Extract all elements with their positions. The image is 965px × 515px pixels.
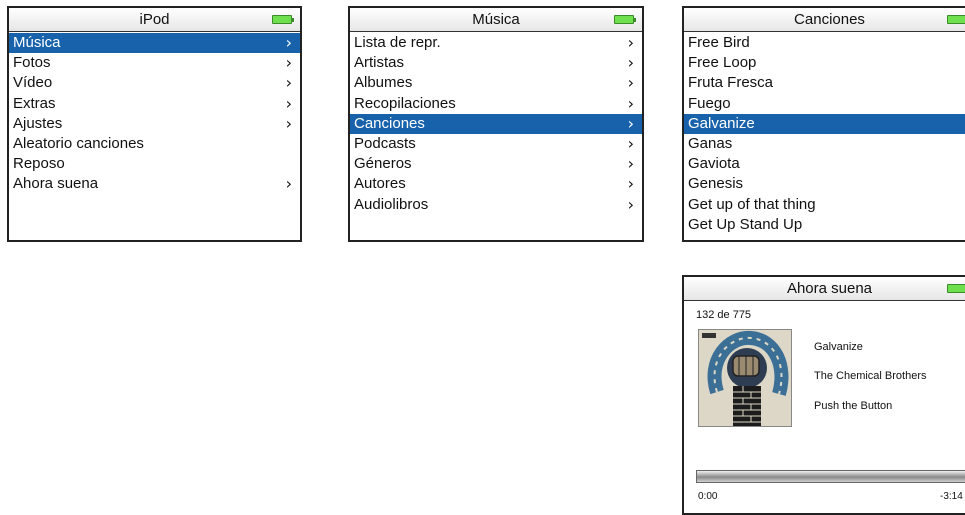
menu-item-label: Free Loop	[688, 54, 757, 72]
title-bar: Música	[350, 8, 642, 32]
chevron-right-icon: ›	[627, 154, 634, 174]
menu-item[interactable]: Get Up Stand Up	[684, 215, 965, 235]
menu-list: Música › Fotos › Vídeo › Extras › Ajustes › Aleato…	[9, 32, 300, 195]
menu-item-label: Get up of that thing	[688, 195, 816, 213]
menu-item[interactable]: Recopilaciones ›	[350, 94, 642, 114]
menu-item-label: Fuego	[688, 94, 731, 112]
remaining-time: -3:14	[940, 491, 963, 502]
chevron-right-icon: ›	[627, 73, 634, 93]
menu-item[interactable]: Genesis	[684, 174, 965, 194]
menu-item-label: Albumes	[354, 74, 413, 92]
chevron-right-icon: ›	[627, 133, 634, 153]
screen-canciones-list: Canciones Free Bird Free Loop Fruta Fresca…	[682, 6, 965, 242]
chevron-right-icon: ›	[627, 113, 634, 133]
menu-item[interactable]: Get up of that thing	[684, 195, 965, 215]
screen-ipod-menu: iPod Música › Fotos › Vídeo › Extras › Ajustes › A…	[7, 6, 302, 242]
album-art	[698, 329, 792, 427]
screen-title: Ahora suena	[786, 280, 873, 297]
menu-item[interactable]: Albumes ›	[350, 73, 642, 93]
chevron-right-icon: ›	[627, 174, 634, 194]
menu-item-label: Ahora suena	[13, 175, 99, 193]
chevron-right-icon: ›	[627, 93, 634, 113]
menu-item[interactable]: Ahora suena ›	[9, 174, 300, 194]
title-bar: Ahora suena	[684, 277, 965, 301]
menu-item-label: Podcasts	[354, 134, 416, 152]
menu-item-label: Canciones	[354, 114, 425, 132]
menu-item[interactable]: Podcasts ›	[350, 134, 642, 154]
chevron-right-icon: ›	[285, 93, 292, 113]
menu-item[interactable]: Ganas	[684, 134, 965, 154]
menu-item-label: Free Bird	[688, 34, 750, 51]
screen-title: iPod	[139, 11, 170, 28]
menu-item[interactable]: Free Loop	[684, 53, 965, 73]
progress-bar[interactable]	[696, 470, 965, 483]
chevron-right-icon: ›	[285, 53, 292, 73]
battery-icon	[947, 284, 965, 293]
battery-icon	[272, 15, 294, 24]
menu-item[interactable]: Autores ›	[350, 174, 642, 194]
chevron-right-icon: ›	[627, 33, 634, 52]
menu-item[interactable]: Free Bird	[684, 33, 965, 53]
chevron-right-icon: ›	[285, 174, 292, 194]
elapsed-time: 0:00	[698, 491, 718, 502]
menu-item[interactable]: Fotos ›	[9, 53, 300, 73]
chevron-right-icon: ›	[285, 113, 292, 133]
menu-item-label: Genesis	[688, 175, 744, 193]
menu-list: Free Bird Free Loop Fruta Fresca Fuego Galva…	[684, 32, 965, 235]
artist-name: The Chemical Brothers	[814, 370, 927, 382]
battery-icon	[614, 15, 636, 24]
menu-item[interactable]: Galvanize	[684, 113, 965, 134]
menu-item-label: Géneros	[354, 155, 412, 173]
track-count: 132 de 775	[696, 309, 752, 321]
menu-item-label: Extras	[13, 94, 56, 112]
screen-title: Canciones	[794, 11, 865, 28]
menu-item[interactable]: Canciones ›	[350, 113, 642, 134]
menu-item-label: Lista de repr.	[354, 34, 441, 51]
menu-item[interactable]: Aleatorio canciones	[9, 134, 300, 154]
menu-item[interactable]: Ajustes ›	[9, 114, 300, 134]
menu-list: Lista de repr. › Artistas › Albumes › Recopila…	[350, 32, 642, 215]
menu-item[interactable]: Fruta Fresca	[684, 73, 965, 93]
title-bar: Canciones	[684, 8, 965, 32]
menu-item[interactable]: Lista de repr. ›	[350, 33, 642, 53]
menu-item[interactable]: Fuego	[684, 94, 965, 114]
song-title: Galvanize	[814, 341, 863, 353]
menu-item-label: Galvanize	[688, 114, 755, 132]
title-bar: iPod	[9, 8, 300, 32]
menu-item[interactable]: Música ›	[9, 33, 300, 54]
menu-item-label: Recopilaciones	[354, 94, 456, 112]
menu-item[interactable]: Géneros ›	[350, 154, 642, 174]
menu-item-label: Get Up Stand Up	[688, 215, 803, 233]
menu-item-label: Aleatorio canciones	[13, 134, 144, 152]
battery-icon	[947, 15, 965, 24]
menu-item-label: Reposo	[13, 155, 65, 173]
menu-item-label: Vídeo	[13, 74, 53, 92]
menu-item[interactable]: Audiolibros ›	[350, 195, 642, 215]
menu-item-label: Fotos	[13, 54, 51, 72]
chevron-right-icon: ›	[285, 73, 292, 93]
chevron-right-icon: ›	[285, 33, 292, 52]
menu-item[interactable]: Artistas ›	[350, 53, 642, 73]
screen-musica-menu: Música Lista de repr. › Artistas › Albumes › R…	[348, 6, 644, 242]
menu-item[interactable]: Vídeo ›	[9, 73, 300, 93]
menu-item-label: Audiolibros	[354, 195, 429, 213]
menu-item-label: Música	[13, 34, 61, 51]
screen-now-playing: Ahora suena 132 de 775 Galvanize The Che…	[682, 275, 965, 515]
album-name: Push the Button	[814, 400, 893, 412]
album-art-icon	[699, 330, 791, 426]
screen-title: Música	[472, 11, 520, 28]
menu-item-label: Artistas	[354, 54, 405, 72]
menu-item[interactable]: Gaviota	[684, 154, 965, 174]
chevron-right-icon: ›	[627, 194, 634, 214]
menu-item[interactable]: Reposo	[9, 154, 300, 174]
menu-item-label: Autores	[354, 175, 406, 193]
menu-item[interactable]: Extras ›	[9, 94, 300, 114]
menu-item-label: Gaviota	[688, 155, 740, 173]
menu-item-label: Fruta Fresca	[688, 74, 774, 92]
menu-item-label: Ajustes	[13, 114, 63, 132]
menu-item-label: Ganas	[688, 134, 733, 152]
chevron-right-icon: ›	[627, 53, 634, 73]
